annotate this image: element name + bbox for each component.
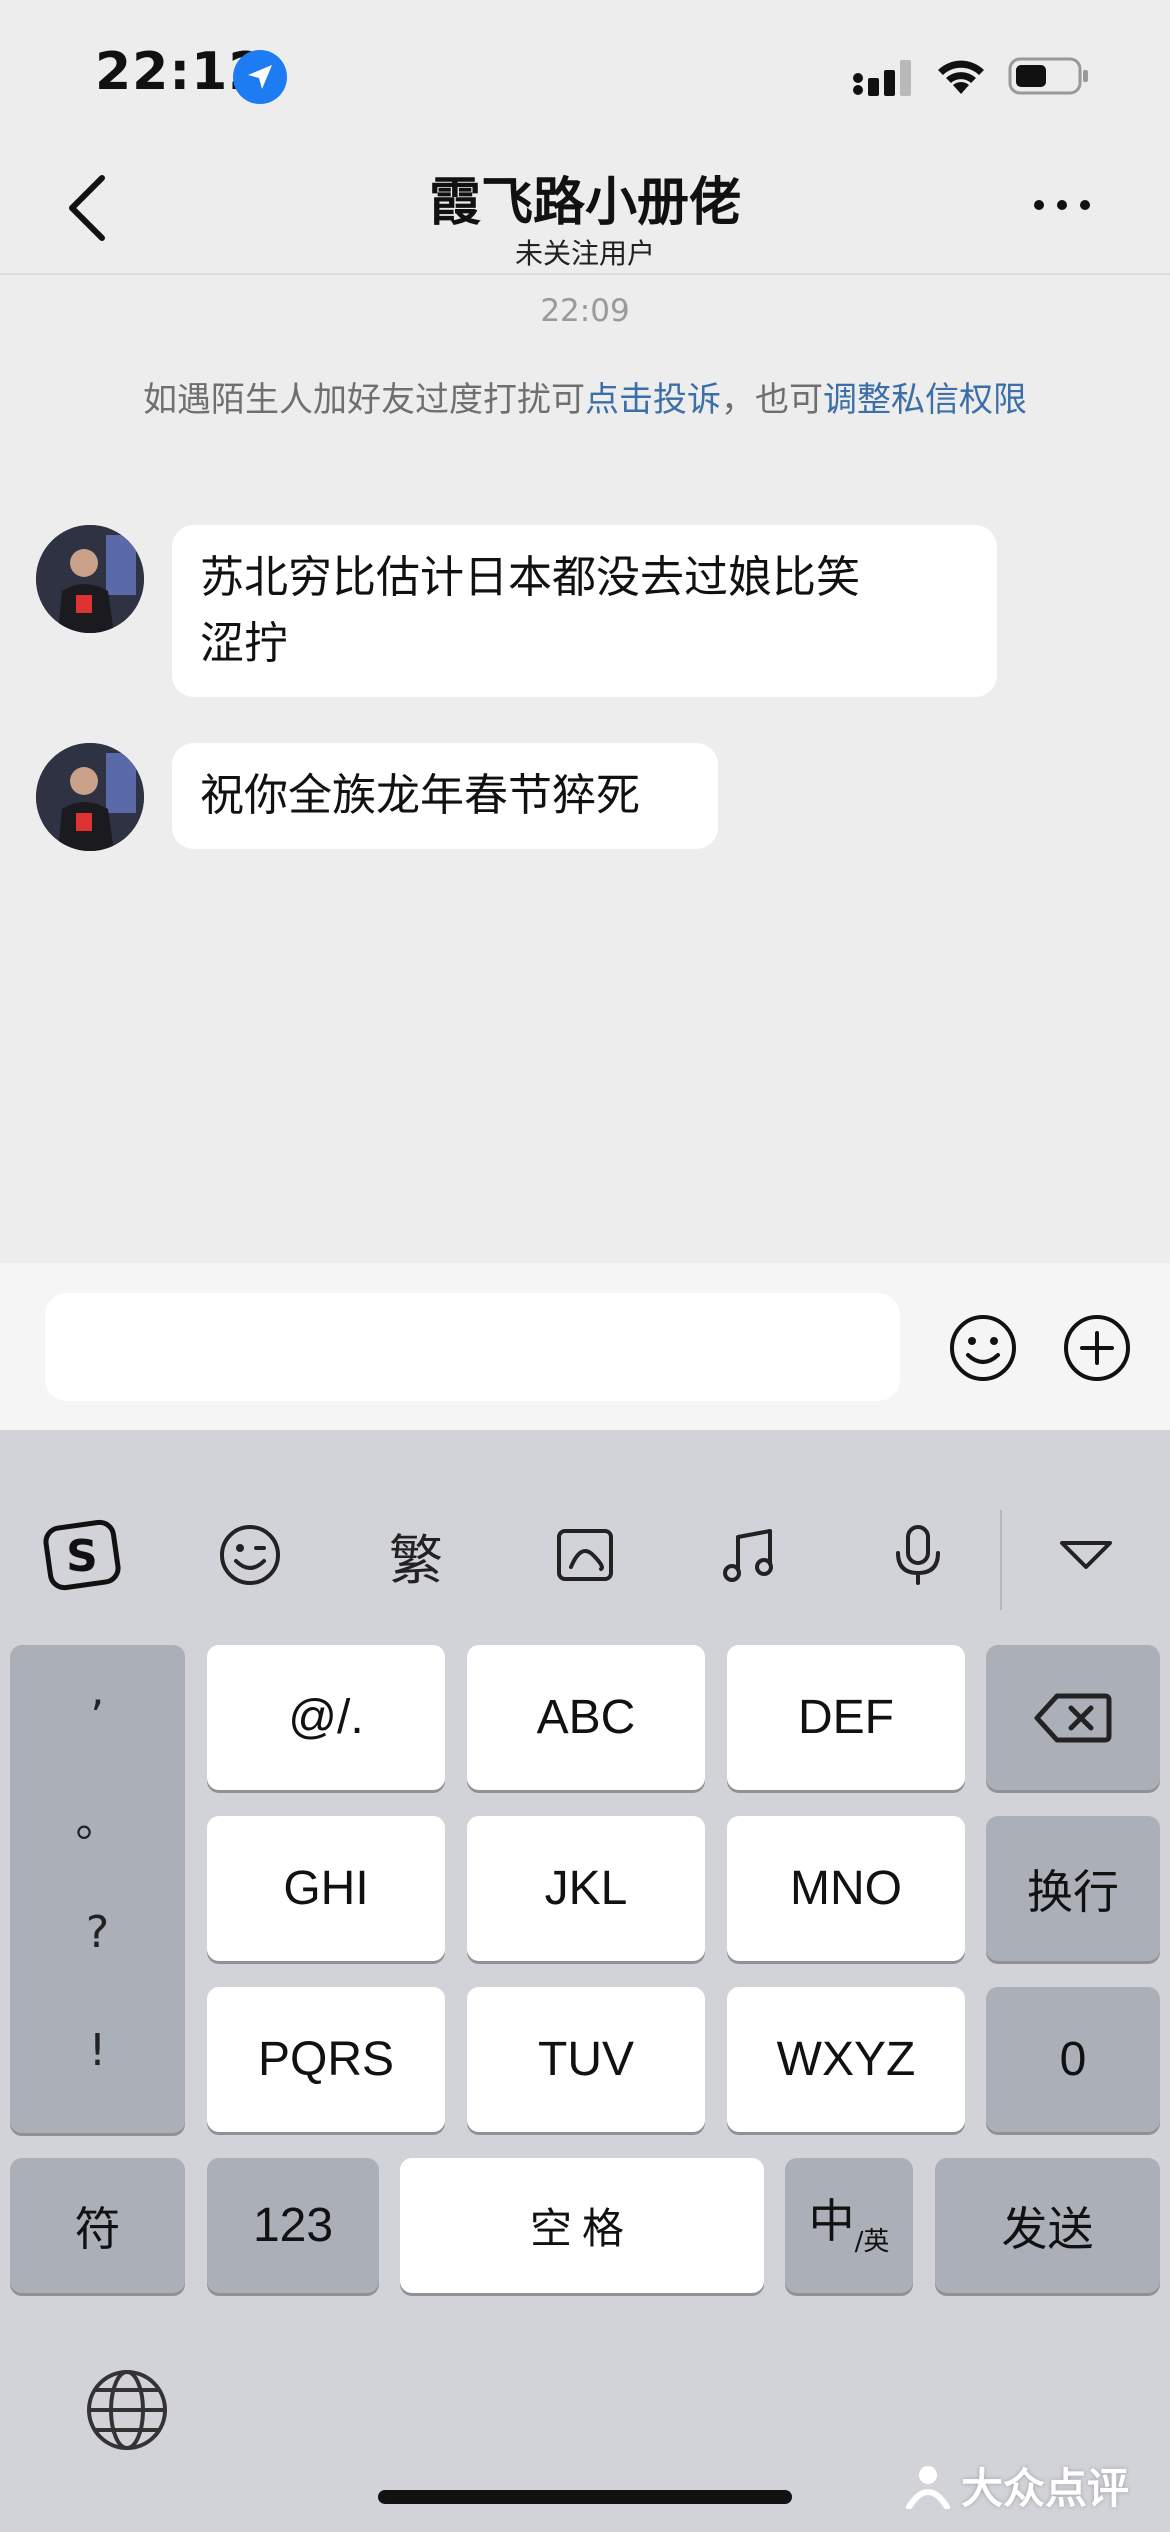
more-options-icon[interactable] — [1030, 190, 1095, 220]
message-input[interactable] — [45, 1293, 900, 1401]
notice-prefix: 如遇陌生人加好友过度打扰可 — [143, 380, 585, 420]
keyboard: S 繁 , 。 ? ! @/. ABC DEF GHI JKL MNO 换行 P… — [0, 1430, 1170, 2532]
punct-comma-key[interactable]: , — [10, 1665, 185, 1716]
globe-icon[interactable] — [85, 2368, 169, 2452]
key-mno[interactable]: MNO — [727, 1816, 965, 1961]
handwriting-icon[interactable] — [545, 1515, 625, 1595]
message-text-line: 祝你全族龙年春节猝死 — [200, 770, 640, 821]
collapse-keyboard-icon[interactable] — [1046, 1515, 1126, 1595]
nav-bar: 霞飞路小册佬 未关注用户 — [0, 150, 1170, 275]
punct-period-key[interactable]: 。 — [10, 1785, 185, 1849]
sogou-logo-icon[interactable]: S — [42, 1515, 122, 1595]
location-arrow-icon — [233, 50, 287, 104]
key-tuv[interactable]: TUV — [467, 1987, 705, 2132]
language-toggle-key[interactable]: 中/英 — [785, 2158, 913, 2293]
signal-icon — [853, 60, 911, 96]
toolbar-divider — [1000, 1510, 1002, 1610]
key-wxyz[interactable]: WXYZ — [727, 1987, 965, 2132]
keyboard-toolbar: S 繁 — [0, 1430, 1170, 1610]
avatar[interactable] — [36, 525, 144, 633]
zero-key[interactable]: 0 — [986, 1987, 1160, 2132]
input-bar — [0, 1263, 1170, 1430]
key-def[interactable]: DEF — [727, 1645, 965, 1790]
punct-exclaim-key[interactable]: ! — [10, 2025, 185, 2076]
music-icon[interactable] — [710, 1515, 790, 1595]
key-ghi[interactable]: GHI — [207, 1816, 445, 1961]
message-bubble[interactable]: 苏北穷比估计日本都没去过娘比笑 涩拧 — [172, 525, 997, 697]
number-key[interactable]: 123 — [207, 2158, 379, 2293]
key-symbols[interactable]: @/. — [207, 1645, 445, 1790]
lang-main-label: 中 — [808, 2193, 855, 2248]
send-key[interactable]: 发送 — [935, 2158, 1160, 2293]
watermark: 大众点评 — [905, 2455, 1129, 2516]
privacy-notice: 如遇陌生人加好友过度打扰可点击投诉，也可调整私信权限 — [0, 372, 1170, 421]
key-abc[interactable]: ABC — [467, 1645, 705, 1790]
page-title: 霞飞路小册佬 — [428, 173, 741, 233]
message-bubble[interactable]: 祝你全族龙年春节猝死 — [172, 743, 718, 849]
space-key[interactable]: 空格 — [400, 2158, 764, 2293]
traditional-chinese-toggle[interactable]: 繁 — [376, 1515, 456, 1595]
complaint-link[interactable]: 点击投诉 — [585, 380, 721, 420]
wifi-icon — [938, 60, 984, 94]
punctuation-column[interactable]: , 。 ? ! — [10, 1645, 185, 2133]
symbol-key[interactable]: 符 — [10, 2158, 185, 2293]
message-text-line: 涩拧 — [200, 618, 288, 669]
key-jkl[interactable]: JKL — [467, 1816, 705, 1961]
key-pqrs[interactable]: PQRS — [207, 1987, 445, 2132]
message-timestamp: 22:09 — [540, 293, 630, 329]
home-indicator[interactable] — [378, 2490, 792, 2504]
lang-sub-label: /英 — [854, 2227, 890, 2257]
add-attachment-icon[interactable] — [1062, 1313, 1132, 1383]
notice-middle: ，也可 — [721, 380, 823, 420]
adjust-permission-link[interactable]: 调整私信权限 — [823, 380, 1027, 420]
message-text-line: 苏北穷比估计日本都没去过娘比笑 — [200, 552, 860, 603]
battery-icon — [1008, 57, 1088, 95]
microphone-icon[interactable] — [878, 1515, 958, 1595]
backspace-key[interactable] — [986, 1645, 1160, 1790]
newline-key[interactable]: 换行 — [986, 1816, 1160, 1961]
punct-question-key[interactable]: ? — [10, 1907, 185, 1958]
svg-text:S: S — [66, 1531, 98, 1582]
status-bar: 22:12 — [0, 0, 1170, 150]
emoji-icon[interactable] — [948, 1313, 1018, 1383]
watermark-text: 大众点评 — [961, 2464, 1130, 2513]
follow-status: 未关注用户 — [514, 237, 655, 270]
dianping-logo-icon — [906, 2465, 950, 2509]
emoji-toolbar-icon[interactable] — [210, 1515, 290, 1595]
avatar[interactable] — [36, 743, 144, 851]
